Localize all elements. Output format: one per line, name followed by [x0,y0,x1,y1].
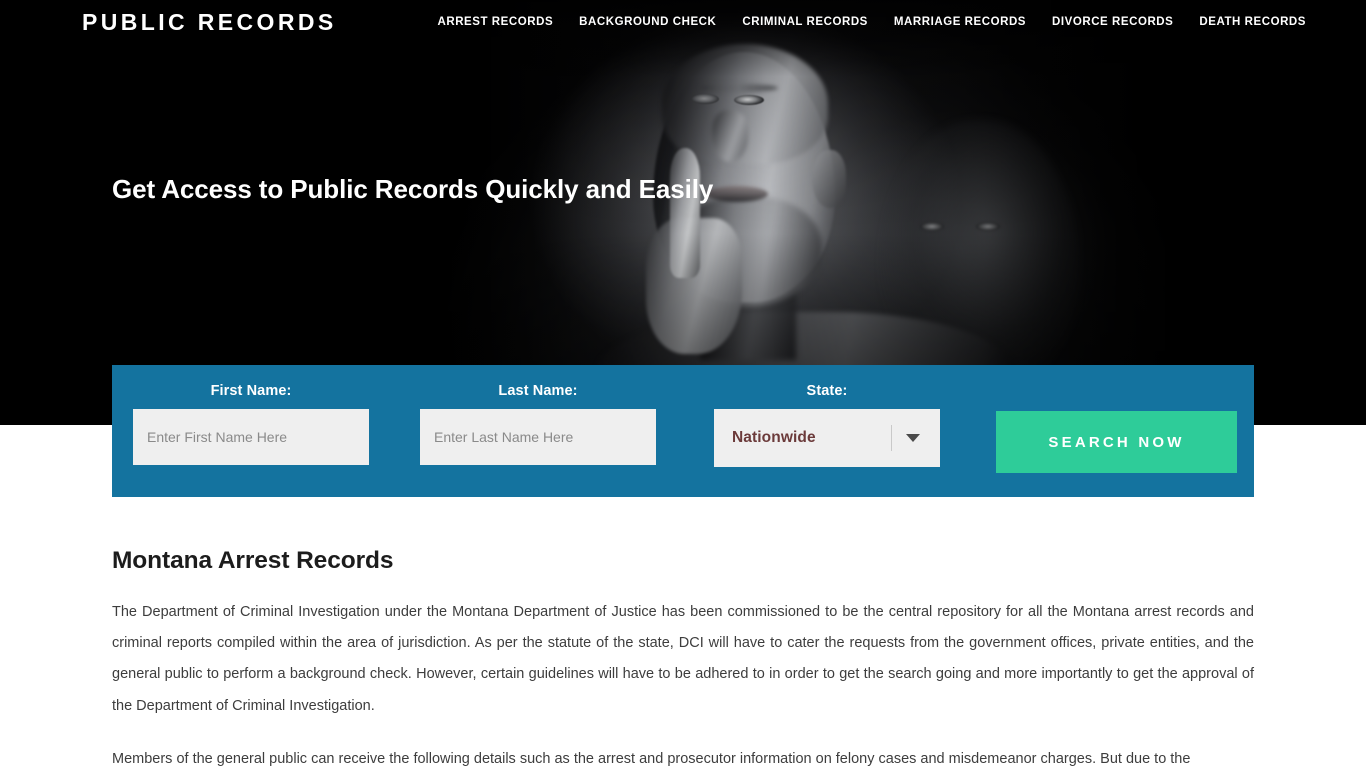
hero-photo-vignette [0,0,1366,425]
hero-section: PUBLIC RECORDS ARREST RECORDS BACKGROUND… [0,0,1366,425]
last-name-label: Last Name: [498,383,578,399]
first-name-field-group: First Name: [133,383,369,465]
state-field-group: State: Nationwide [714,383,940,467]
first-name-input[interactable] [133,409,369,465]
search-now-button[interactable]: SEARCH NOW [996,411,1237,473]
main-navigation: ARREST RECORDS BACKGROUND CHECK CRIMINAL… [437,16,1306,28]
nav-item-background-check[interactable]: BACKGROUND CHECK [579,16,716,28]
nav-item-marriage-records[interactable]: MARRIAGE RECORDS [894,16,1026,28]
state-selected-value: Nationwide [732,429,816,446]
state-label: State: [806,383,848,399]
last-name-field-group: Last Name: [420,383,656,465]
content-paragraph-1: The Department of Criminal Investigation… [112,604,1254,714]
first-name-label: First Name: [210,383,292,399]
content-paragraph-2: Members of the general public can receiv… [112,750,1191,767]
record-search-form: First Name: Last Name: State: Nationwide… [112,365,1254,497]
nav-item-death-records[interactable]: DEATH RECORDS [1199,16,1306,28]
site-logo[interactable]: PUBLIC RECORDS [82,9,337,36]
site-header: PUBLIC RECORDS ARREST RECORDS BACKGROUND… [0,0,1366,44]
nav-item-arrest-records[interactable]: ARREST RECORDS [437,16,553,28]
last-name-input[interactable] [420,409,656,465]
chevron-down-icon [906,434,920,442]
page-title: Montana Arrest Records [112,547,394,574]
hero-background-photo [0,0,1366,425]
hero-headline: Get Access to Public Records Quickly and… [112,174,714,204]
nav-item-criminal-records[interactable]: CRIMINAL RECORDS [742,16,868,28]
nav-item-divorce-records[interactable]: DIVORCE RECORDS [1052,16,1173,28]
state-select-divider [891,425,892,451]
state-select[interactable]: Nationwide [714,409,940,467]
